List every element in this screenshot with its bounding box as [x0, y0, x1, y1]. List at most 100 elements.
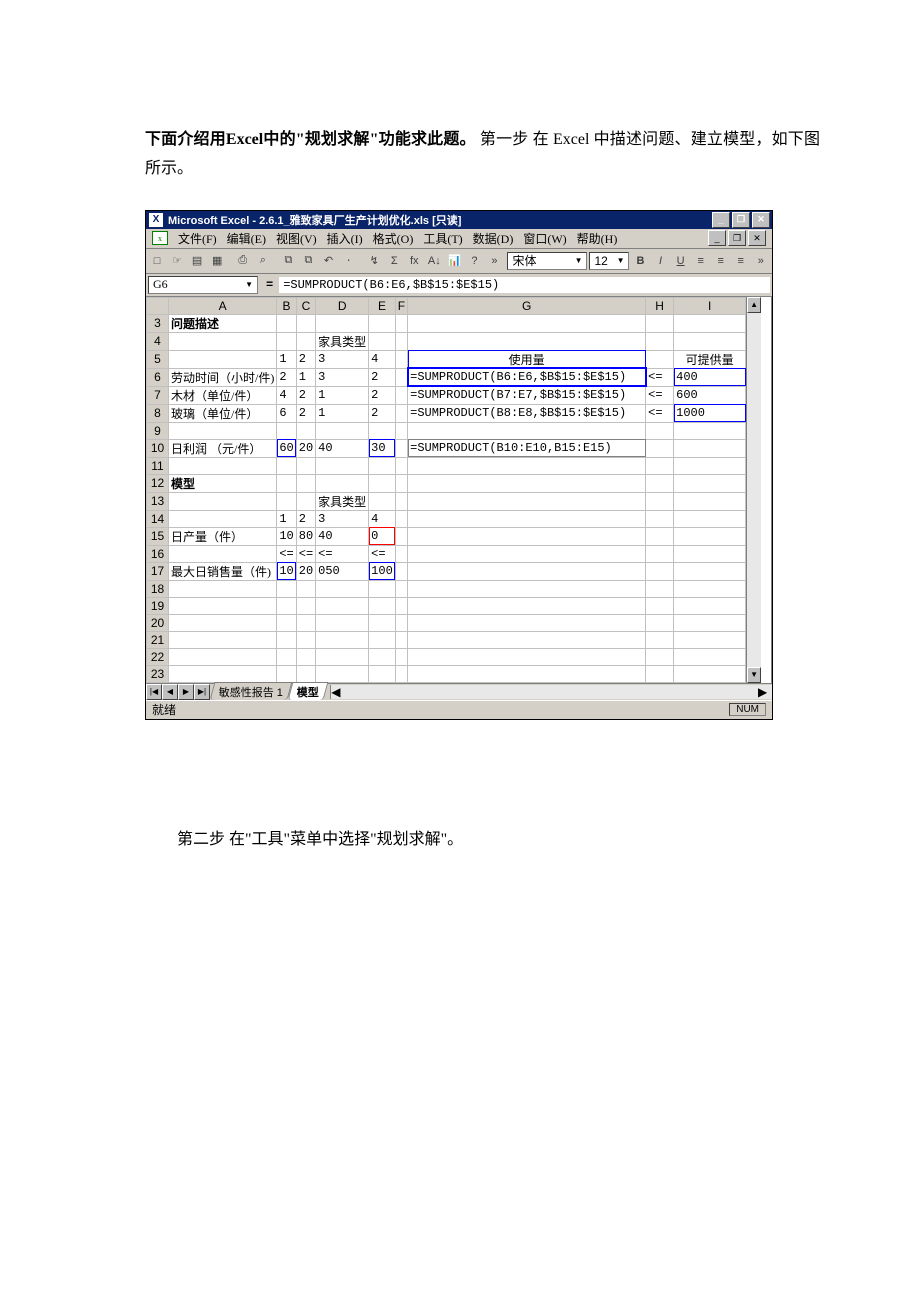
cell[interactable]: 10 — [277, 562, 296, 580]
fx-icon[interactable]: fx — [405, 251, 423, 271]
cell[interactable]: 1 — [316, 404, 369, 422]
name-box[interactable]: G6▼ — [148, 276, 258, 294]
toolbar-more2-icon[interactable]: » — [752, 251, 770, 271]
vertical-scrollbar[interactable]: ▲ ▼ — [746, 297, 761, 683]
bold-button[interactable]: B — [631, 251, 649, 271]
horizontal-scrollbar[interactable]: ◀ ▶ — [330, 685, 772, 699]
font-size-select[interactable]: 12▼ — [589, 252, 629, 270]
active-cell[interactable]: =SUMPRODUCT(B6:E6,$B$15:$E$15) — [408, 368, 646, 386]
cell[interactable]: =SUMPRODUCT(B8:E8,$B$15:$E$15) — [408, 404, 646, 422]
font-name-select[interactable]: 宋体▼ — [507, 252, 587, 270]
sort-icon[interactable]: A↓ — [425, 251, 443, 271]
scroll-up-icon[interactable]: ▲ — [747, 297, 761, 313]
email-icon[interactable]: ▦ — [208, 251, 226, 271]
menu-window[interactable]: 窗口(W) — [523, 230, 566, 247]
col-E[interactable]: E — [369, 297, 396, 314]
cell[interactable]: 20 — [296, 439, 315, 457]
cell[interactable]: <= — [646, 386, 674, 404]
tab-nav-last[interactable]: ▶| — [194, 684, 210, 700]
sum-icon[interactable]: Σ — [385, 251, 403, 271]
cell[interactable]: 3 — [316, 510, 369, 527]
menu-view[interactable]: 视图(V) — [276, 230, 317, 247]
cell[interactable]: 2 — [369, 404, 396, 422]
cell[interactable]: 1 — [296, 368, 315, 386]
tab-nav-prev[interactable]: ◀ — [162, 684, 178, 700]
cell[interactable]: <= — [646, 404, 674, 422]
formula-input[interactable]: =SUMPRODUCT(B6:E6,$B$15:$E$15) — [279, 277, 770, 293]
cell[interactable]: 木材（单位/件） — [169, 386, 277, 404]
menu-insert[interactable]: 插入(I) — [327, 230, 363, 247]
minimize-button[interactable]: _ — [712, 212, 730, 228]
cell[interactable]: 30 — [369, 439, 396, 457]
cell[interactable]: <= — [277, 545, 296, 562]
cell[interactable]: 1000 — [674, 404, 746, 422]
cell[interactable]: 4 — [277, 386, 296, 404]
toolbar-more-icon[interactable]: » — [485, 251, 503, 271]
cell[interactable]: 日产量（件） — [169, 527, 277, 545]
help-icon[interactable]: ? — [465, 251, 483, 271]
cell[interactable]: 4 — [369, 510, 396, 527]
cell[interactable]: 家具类型 — [316, 492, 369, 510]
cell[interactable]: 模型 — [169, 474, 277, 492]
dropdown-icon[interactable]: ⋅ — [340, 251, 358, 271]
align-left-icon[interactable]: ≡ — [692, 251, 710, 271]
cell[interactable]: <= — [296, 545, 315, 562]
open-icon[interactable]: ☞ — [168, 251, 186, 271]
print-icon[interactable]: ⎙ — [234, 251, 252, 271]
cell[interactable]: 家具类型 — [316, 332, 369, 350]
cell[interactable]: 0 — [369, 527, 396, 545]
cell[interactable]: 玻璃（单位/件） — [169, 404, 277, 422]
align-center-icon[interactable]: ≡ — [712, 251, 730, 271]
tab-nav-next[interactable]: ▶ — [178, 684, 194, 700]
doc-maximize-button[interactable]: ❐ — [728, 230, 746, 246]
scroll-down-icon[interactable]: ▼ — [747, 667, 761, 683]
cell[interactable]: 1 — [277, 510, 296, 527]
sheet-tab-model[interactable]: 模型 — [288, 682, 329, 700]
chart-icon[interactable]: 📊 — [445, 251, 463, 271]
cell[interactable]: 40 — [316, 527, 369, 545]
menu-edit[interactable]: 编辑(E) — [227, 230, 266, 247]
tab-nav-first[interactable]: |◀ — [146, 684, 162, 700]
cell[interactable]: 100 — [369, 562, 396, 580]
cell[interactable]: 可提供量 — [674, 350, 746, 368]
col-A[interactable]: A — [169, 297, 277, 314]
col-F[interactable]: F — [395, 297, 407, 314]
cell[interactable]: <= — [646, 368, 674, 386]
cell[interactable]: 600 — [674, 386, 746, 404]
scroll-right-icon[interactable]: ▶ — [758, 685, 772, 699]
col-C[interactable]: C — [296, 297, 315, 314]
col-H[interactable]: H — [646, 297, 674, 314]
cell[interactable]: 40 — [316, 439, 369, 457]
doc-close-button[interactable]: ✕ — [748, 230, 766, 246]
cell[interactable]: 6 — [277, 404, 296, 422]
copy-icon[interactable]: ⧉ — [279, 251, 297, 271]
spreadsheet-grid[interactable]: A B C D E F G H I 3问题描述 4家具类型 5 1 2 3 4 — [146, 297, 746, 683]
link-icon[interactable]: ↯ — [365, 251, 383, 271]
cell[interactable]: 10 — [277, 527, 296, 545]
menu-tools[interactable]: 工具(T) — [423, 230, 462, 247]
cell[interactable]: 2 — [277, 368, 296, 386]
underline-button[interactable]: U — [672, 251, 690, 271]
cell[interactable]: 使用量 — [408, 350, 646, 368]
preview-icon[interactable]: ⌕ — [254, 251, 272, 271]
menu-help[interactable]: 帮助(H) — [577, 230, 618, 247]
cell[interactable]: 2 — [296, 386, 315, 404]
close-button[interactable]: ✕ — [752, 212, 770, 228]
scroll-left-icon[interactable]: ◀ — [331, 685, 345, 699]
cell[interactable]: 2 — [369, 386, 396, 404]
sheet-tab-sensitivity[interactable]: 敏感性报告 1 — [210, 682, 293, 700]
menu-format[interactable]: 格式(O) — [373, 230, 414, 247]
align-right-icon[interactable]: ≡ — [732, 251, 750, 271]
col-B[interactable]: B — [277, 297, 296, 314]
cell[interactable]: 20 — [296, 562, 315, 580]
cell[interactable]: <= — [369, 545, 396, 562]
new-icon[interactable]: □ — [148, 251, 166, 271]
col-D[interactable]: D — [316, 297, 369, 314]
cell[interactable]: 问题描述 — [169, 314, 277, 332]
cell[interactable]: 日利润 （元/件） — [169, 439, 277, 457]
cell[interactable]: 劳动时间（小时/件) — [169, 368, 277, 386]
cell[interactable]: 4 — [369, 350, 396, 368]
cell[interactable]: 2 — [369, 368, 396, 386]
cell[interactable]: 400 — [674, 368, 746, 386]
cell[interactable]: 1 — [277, 350, 296, 368]
